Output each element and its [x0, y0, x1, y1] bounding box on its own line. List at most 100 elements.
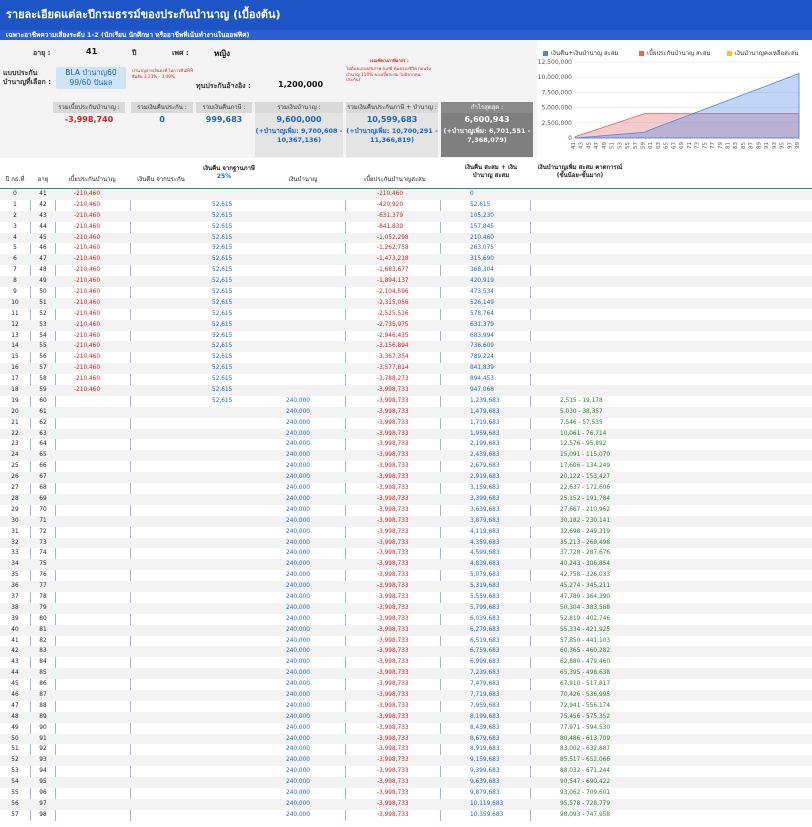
table-cell: -2,315,056 [377, 299, 409, 306]
x-tick-label: 61 [648, 142, 654, 149]
table-cell: -2,104,596 [377, 289, 409, 296]
table-cell: 9,399,683 [470, 768, 500, 775]
sum-label: ทุนประกันอ้างอิง : [196, 82, 251, 90]
table-cell: 240,000 [286, 604, 310, 611]
table-cell: 210,460 [470, 234, 494, 241]
table-cell: 80 [39, 615, 47, 622]
table-cell: 240,000 [286, 408, 310, 415]
table-cell: 20,122 - 153,427 [560, 474, 611, 481]
table-cell: 64 [39, 441, 47, 448]
summary-annuity-extra: (+บำนาญเพิ่ม: 9,700,608 - 10,367,136) [255, 127, 343, 157]
table-cell: 41 [39, 191, 47, 197]
table-cell: 240,000 [286, 659, 310, 666]
table-cell: 8,439,683 [470, 724, 500, 731]
table-cell: -2,735,975 [377, 321, 409, 328]
x-tick-label: 53 [617, 142, 623, 149]
table-cell: 19 [11, 397, 19, 404]
table-row: 28 69 240,000 -3,998,733 3,399,683 25,152 - 1… [0, 493, 812, 505]
table-cell: 16 [11, 365, 19, 372]
table-row: 19 60 52,615 240,000 -3,998,733 1,239,683 2,51… [0, 396, 812, 407]
table-cell: 240,000 [286, 528, 310, 535]
table-cell: 15,091 - 115,070 [560, 452, 611, 459]
sex-value[interactable]: หญิง [214, 47, 230, 60]
table-cell: 52,615 [212, 223, 233, 230]
table-cell: -3,998,733 [377, 626, 409, 633]
table-cell: 894,453 [470, 376, 494, 383]
table-cell: 240,000 [286, 626, 310, 633]
table-cell: -420,920 [377, 201, 404, 208]
table-row: 2 43 -210,460 52,615 -631,379 105,230 [0, 210, 812, 222]
table-cell: 240,000 [286, 757, 310, 764]
table-cell: -3,998,733 [377, 387, 409, 394]
table-cell: 88,032 - 671,244 [560, 768, 611, 775]
table-cell: 2,515 - 19,178 [560, 397, 603, 404]
table-cell: -210,460 [74, 321, 101, 328]
table-cell: -210,460 [74, 256, 101, 263]
table-cell: -3,998,733 [377, 474, 409, 481]
table-cell: -1,473,218 [377, 256, 409, 263]
table-cell: 2,679,683 [470, 463, 500, 470]
table-cell: 63 [39, 430, 47, 437]
table-cell: 0 [13, 191, 17, 197]
table-row: 41 82 240,000 -3,998,733 6,519,683 57,850 - 4… [0, 636, 812, 647]
table-row: 24 65 240,000 -3,998,733 2,439,683 15,091 - 1… [0, 450, 812, 462]
age-value[interactable]: 41 [86, 47, 97, 56]
table-cell: -3,998,733 [377, 550, 409, 557]
col-annuity: เงินบำนาญ [288, 176, 318, 183]
table-cell: -210,460 [74, 310, 101, 317]
plan-select[interactable]: BLA บำนาญ60 99/60 ปันผล [56, 67, 126, 89]
summary-profit-value: 6,600,943 [441, 113, 533, 127]
table-cell: -210,460 [74, 191, 101, 197]
table-cell: 27,667 - 210,962 [560, 506, 611, 513]
x-tick-label: 65 [664, 142, 670, 149]
plan-line1: BLA บำนาญ60 [65, 68, 117, 77]
table-cell: -2,525,516 [377, 310, 409, 317]
x-tick-label: 45 [586, 142, 592, 149]
y-tick-label: 5,000,000 [541, 105, 572, 112]
summary-tax-label: รวมเงินคืนภาษี : [196, 102, 252, 113]
table-cell: -3,998,733 [377, 495, 409, 502]
table-cell: 526,149 [470, 299, 494, 306]
table-cell: -3,998,733 [377, 430, 409, 437]
x-tick-label: 97 [787, 142, 793, 149]
table-cell: 2,199,683 [470, 441, 500, 448]
table-cell: 240,000 [286, 452, 310, 459]
table-cell: 55 [39, 343, 47, 350]
cumulative-chart: เงินคืน+เงินบำนาญ สะสม เบี้ยประกันบำนาญ … [537, 40, 812, 158]
sum-value[interactable]: 1,200,000 [278, 80, 323, 89]
table-cell: 3,399,683 [470, 495, 500, 502]
table-cell: 10 [11, 299, 19, 306]
table-cell: 45 [11, 681, 19, 688]
table-cell: 52,615 [212, 267, 233, 274]
x-tick-label: 49 [602, 142, 608, 149]
table-row: 54 95 240,000 -3,998,733 9,639,683 90,547 - 6… [0, 777, 812, 788]
table-cell: -210,460 [74, 387, 101, 394]
table-cell: 48 [39, 267, 47, 274]
table-cell: 1,479,683 [470, 408, 500, 415]
table-cell: 52,615 [212, 245, 233, 252]
table-cell: 32 [11, 539, 19, 546]
table-cell: 13 [11, 332, 19, 339]
table-cell: 75 [39, 561, 47, 568]
table-cell: 37 [11, 593, 19, 600]
y-tick-label: 0 [568, 135, 572, 142]
table-cell: 31 [11, 528, 19, 535]
table-cell: 75,456 - 575,352 [560, 713, 611, 720]
table-cell: 50,304 - 383,568 [560, 604, 611, 611]
table-cell: 578,764 [470, 310, 494, 317]
table-cell: 9 [13, 289, 17, 296]
table-row: 18 59 -210,460 52,615 -3,998,733 947,068 [0, 385, 812, 396]
table-cell: 9,639,683 [470, 779, 500, 786]
table-cell: 4,359,683 [470, 539, 500, 546]
table-cell: 28 [11, 495, 19, 502]
table-cell: 52,615 [212, 310, 233, 317]
y-tick-label: 10,000,000 [538, 74, 573, 81]
table-cell: 0 [470, 191, 474, 197]
summary-total-value: 10,599,683 [346, 113, 438, 127]
table-cell: 49 [39, 278, 47, 285]
x-tick-label: 67 [671, 142, 677, 149]
table-cell: 240,000 [286, 550, 310, 557]
table-cell: 52,615 [212, 332, 233, 339]
table-cell: -210,460 [74, 223, 101, 230]
table-cell: 240,000 [286, 648, 310, 655]
